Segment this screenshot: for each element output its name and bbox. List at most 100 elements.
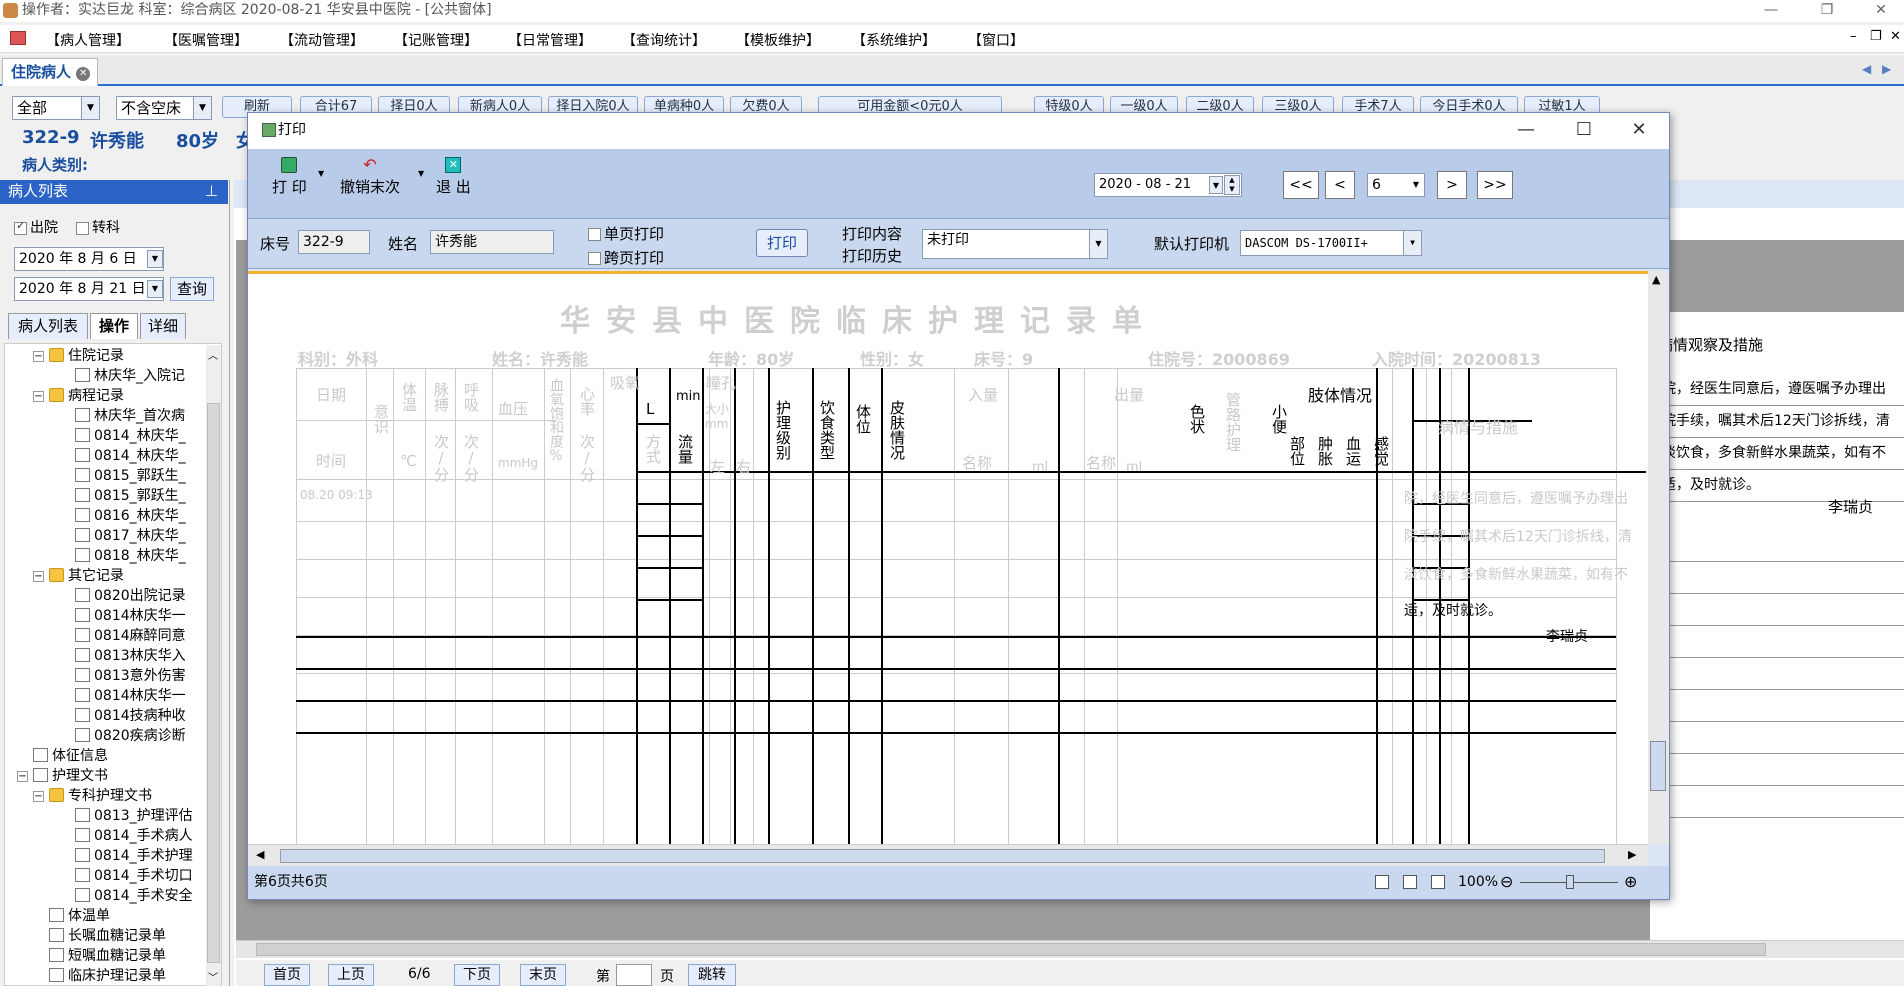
tree-item[interactable]: 0820疾病诊断 bbox=[75, 726, 186, 746]
tree-item[interactable]: 病程记录 bbox=[49, 386, 124, 406]
next-page-nav-button[interactable]: > bbox=[1437, 171, 1467, 199]
tree-item[interactable]: 0820出院记录 bbox=[75, 586, 186, 606]
name-field[interactable]: 许秀能 bbox=[430, 230, 554, 254]
preview-vscroll-thumb[interactable] bbox=[1650, 741, 1666, 791]
tab-close-icon[interactable]: ✕ bbox=[76, 67, 91, 81]
discharged-checkbox[interactable]: 出院 bbox=[14, 217, 58, 237]
tree-item[interactable]: 体温单 bbox=[49, 906, 110, 926]
tree-collapse-icon[interactable]: − bbox=[33, 791, 44, 802]
record-tree[interactable]: 住院记录 − 林庆华_入院记 病程记录 − 林庆华_首次病 0814_林庆华_ 0814_林庆… bbox=[4, 343, 222, 986]
tree-item[interactable]: 0814技病种收 bbox=[75, 706, 186, 726]
tree-item[interactable]: 0814_手术病人 bbox=[75, 826, 193, 846]
page-select[interactable]: 6 ▼ bbox=[1367, 173, 1425, 197]
bed-filter-select[interactable]: 不含空床 ▼ bbox=[116, 96, 212, 120]
query-button[interactable]: 查询 bbox=[170, 277, 214, 301]
scroll-down-icon[interactable]: ﹀ bbox=[208, 969, 218, 984]
menu-system[interactable]: 【系统维护】 bbox=[852, 30, 936, 50]
tree-item[interactable]: 0816_林庆华_ bbox=[75, 506, 186, 526]
zoom-out-icon[interactable]: ⊖ bbox=[1500, 866, 1513, 898]
menu-billing[interactable]: 【记账管理】 bbox=[394, 30, 478, 50]
menu-template[interactable]: 【模板维护】 bbox=[736, 30, 820, 50]
dialog-close-icon[interactable]: ✕ bbox=[1610, 113, 1668, 147]
tree-item[interactable]: 体征信息 bbox=[33, 746, 108, 766]
tree-item[interactable]: 0818_林庆华_ bbox=[75, 546, 186, 566]
tab-scroll-left-icon[interactable]: ◀ bbox=[1862, 62, 1871, 76]
tree-item[interactable]: 临床护理记录单 bbox=[49, 966, 166, 985]
mdi-min-icon[interactable]: – bbox=[1850, 29, 1857, 44]
tree-item[interactable]: 0813林庆华入 bbox=[75, 646, 186, 666]
tree-item[interactable]: 林庆华_入院记 bbox=[75, 366, 185, 386]
tree-item[interactable]: 0814麻醉同意 bbox=[75, 626, 186, 646]
bed-field[interactable]: 322-9 bbox=[298, 230, 370, 254]
tree-item[interactable]: 住院记录 bbox=[49, 346, 124, 366]
scroll-up-icon[interactable]: ▲ bbox=[1652, 273, 1660, 286]
prev-page-button[interactable]: 上页 bbox=[328, 964, 374, 986]
preview-hscroll-thumb[interactable] bbox=[280, 849, 1605, 863]
tree-item[interactable]: 0817_林庆华_ bbox=[75, 526, 186, 546]
print-button[interactable]: 打 印 ▼ bbox=[272, 157, 324, 197]
tree-collapse-icon[interactable]: − bbox=[33, 571, 44, 582]
tab-scroll-right-icon[interactable]: ▶ bbox=[1882, 62, 1891, 76]
last-page-nav-button[interactable]: >> bbox=[1477, 171, 1513, 199]
chevron-down-icon[interactable]: ▼ bbox=[318, 169, 324, 178]
printer-select[interactable]: DASCOM DS-1700II+ ▼ bbox=[1240, 230, 1422, 256]
main-hscroll-thumb[interactable] bbox=[256, 943, 1766, 956]
tree-item[interactable]: 0814_手术护理 bbox=[75, 846, 193, 866]
date-to-picker[interactable]: 2020 年 8 月 21 日 ▼ bbox=[14, 277, 164, 301]
menu-app-icon[interactable] bbox=[10, 31, 26, 45]
undo-last-button[interactable]: ↶ 撤销末次 ▼ bbox=[340, 157, 424, 197]
chevron-down-icon[interactable]: ▼ bbox=[418, 169, 424, 178]
tree-collapse-icon[interactable]: − bbox=[17, 771, 28, 782]
spin-icon[interactable]: ▲ ▼ bbox=[1224, 175, 1240, 195]
menu-daily[interactable]: 【日常管理】 bbox=[508, 30, 592, 50]
zoom-in-icon[interactable]: ⊕ bbox=[1624, 866, 1637, 898]
exit-button[interactable]: ✕ 退 出 bbox=[436, 157, 471, 197]
menu-patient[interactable]: 【病人管理】 bbox=[46, 30, 130, 50]
print-now-button[interactable]: 打印 bbox=[756, 229, 808, 257]
tab-inpatient[interactable]: 住院病人 ✕ bbox=[2, 58, 98, 86]
preview-vscrollbar[interactable]: ▲ bbox=[1648, 271, 1669, 844]
single-page-checkbox[interactable]: 单页打印 bbox=[588, 223, 664, 244]
restore-icon[interactable]: ❐ bbox=[1804, 0, 1850, 22]
mdi-close-icon[interactable]: ✕ bbox=[1890, 29, 1901, 44]
tab-patient-list[interactable]: 病人列表 bbox=[8, 313, 88, 339]
chevron-down-icon[interactable]: ▼ bbox=[1209, 176, 1223, 194]
menu-flow[interactable]: 【流动管理】 bbox=[280, 30, 364, 50]
tree-item[interactable]: 专科护理文书 bbox=[49, 786, 152, 806]
dialog-maximize-icon[interactable]: ☐ bbox=[1555, 113, 1613, 147]
scroll-right-icon[interactable]: ▶ bbox=[1628, 848, 1636, 861]
tree-item[interactable]: 护理文书 bbox=[33, 766, 108, 786]
tree-item[interactable]: 0814_林庆华_ bbox=[75, 446, 186, 466]
main-hscrollbar[interactable] bbox=[236, 940, 1904, 958]
multi-page-view-icon[interactable] bbox=[1431, 875, 1445, 889]
menu-query[interactable]: 【查询统计】 bbox=[622, 30, 706, 50]
tree-item[interactable]: 0814_林庆华_ bbox=[75, 426, 186, 446]
jump-button[interactable]: 跳转 bbox=[688, 964, 736, 986]
menu-orders[interactable]: 【医嘱管理】 bbox=[164, 30, 248, 50]
tree-item[interactable]: 0814林庆华一 bbox=[75, 686, 186, 706]
tab-detail[interactable]: 详细 bbox=[140, 313, 186, 339]
scroll-left-icon[interactable]: ◀ bbox=[256, 848, 264, 861]
tree-item[interactable]: 0814林庆华一 bbox=[75, 606, 186, 626]
tree-item[interactable]: 0814_手术切口 bbox=[75, 866, 193, 886]
first-page-button[interactable]: 首页 bbox=[264, 964, 310, 986]
tree-item[interactable]: 其它记录 bbox=[49, 566, 124, 586]
tree-item[interactable]: 林庆华_首次病 bbox=[75, 406, 185, 426]
tree-item[interactable]: 长嘱血糖记录单 bbox=[49, 926, 166, 946]
print-content-select[interactable]: 未打印 ▼ bbox=[922, 229, 1108, 259]
tree-item[interactable]: 0813_护理评估 bbox=[75, 806, 193, 826]
next-page-button[interactable]: 下页 bbox=[454, 964, 500, 986]
first-page-nav-button[interactable]: << bbox=[1283, 171, 1319, 199]
tree-collapse-icon[interactable]: − bbox=[33, 391, 44, 402]
tree-item[interactable]: 0813意外伤害 bbox=[75, 666, 186, 686]
tree-scroll-thumb[interactable] bbox=[207, 403, 220, 963]
tree-collapse-icon[interactable]: − bbox=[33, 351, 44, 362]
pin-icon[interactable]: ⊥ bbox=[205, 180, 218, 202]
zoom-slider-thumb[interactable] bbox=[1566, 875, 1574, 889]
minimize-icon[interactable]: — bbox=[1748, 0, 1794, 22]
tree-item[interactable]: 0814_手术安全 bbox=[75, 886, 193, 906]
transfer-checkbox[interactable]: 转科 bbox=[76, 217, 120, 237]
menu-window[interactable]: 【窗口】 bbox=[968, 30, 1024, 50]
print-date-picker[interactable]: 2020 - 08 - 21 ▼ ▲ ▼ bbox=[1094, 173, 1242, 197]
tree-item[interactable]: 0815_郭跃生_ bbox=[75, 486, 186, 506]
